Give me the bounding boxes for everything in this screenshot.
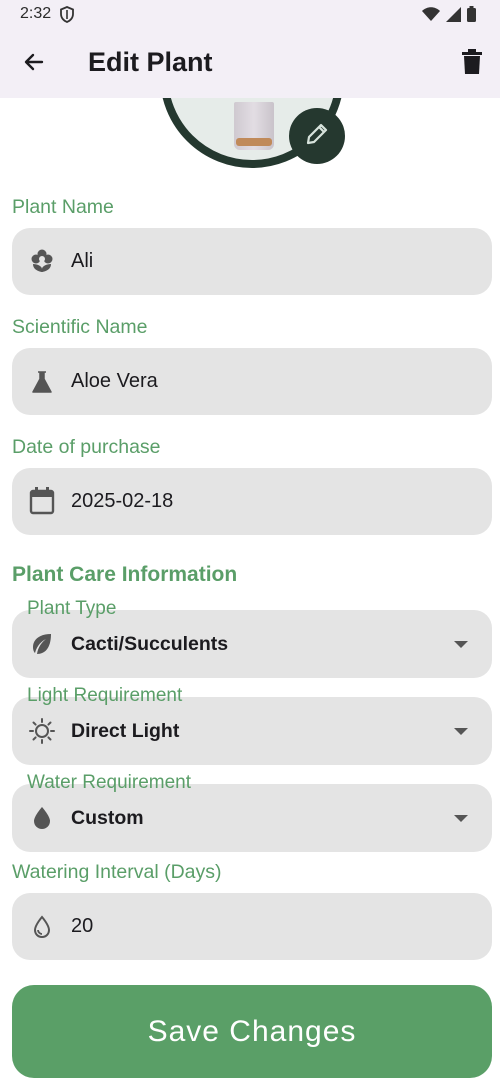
battery-icon [467,6,476,27]
scientific-name-field[interactable]: Aloe Vera [12,348,492,415]
water-requirement-dropdown[interactable]: Custom [12,784,492,852]
water-requirement-value: Custom [71,807,144,829]
watering-interval-field[interactable]: 20 [12,893,492,960]
watering-interval-label: Watering Interval (Days) [12,861,222,883]
purchase-date-field[interactable]: 2025-02-18 [12,468,492,535]
dropdown-caret-icon [454,641,468,648]
pencil-icon [304,121,330,152]
save-changes-label: Save Changes [147,1014,357,1048]
scientific-name-label: Scientific Name [12,316,148,338]
pot-base-image [236,138,272,146]
dropdown-caret-icon [454,815,468,822]
back-arrow-icon [22,50,46,79]
app-bar: Edit Plant [0,30,500,98]
edit-photo-button[interactable] [289,108,345,164]
plant-name-label: Plant Name [12,196,114,218]
light-requirement-dropdown[interactable]: Direct Light [12,697,492,765]
back-button[interactable] [18,48,50,80]
calendar-icon [29,487,55,515]
scientific-name-value: Aloe Vera [71,370,158,392]
sun-icon [29,718,55,744]
delete-button[interactable] [456,48,488,80]
watering-interval-value: 20 [71,915,94,937]
plant-name-value: Ali [71,250,94,272]
leaf-icon [29,631,55,657]
page-title: Edit Plant [88,47,213,77]
care-section-title: Plant Care Information [12,563,238,586]
dropdown-caret-icon [454,728,468,735]
flower-icon [29,248,55,274]
shield-icon [60,6,74,28]
light-requirement-value: Direct Light [71,720,180,742]
light-requirement-label: Light Requirement [27,685,183,706]
purchase-date-label: Date of purchase [12,436,161,458]
plant-type-label: Plant Type [27,598,117,619]
plant-name-field[interactable]: Ali [12,228,492,295]
purchase-date-value: 2025-02-18 [71,490,174,512]
water-drop-icon [29,805,55,831]
plant-type-dropdown[interactable]: Cacti/Succulents [12,610,492,678]
water-requirement-label: Water Requirement [27,772,192,793]
save-changes-button[interactable]: Save Changes [12,985,492,1078]
wifi-icon [422,6,440,27]
cell-signal-icon [446,6,461,27]
status-bar: 2:32 [0,0,500,30]
flask-icon [29,369,55,395]
status-icons [422,6,476,27]
status-time: 2:32 [20,5,52,22]
trash-icon [462,48,482,80]
plant-type-value: Cacti/Succulents [71,633,229,655]
water-drop-outline-icon [29,914,55,940]
